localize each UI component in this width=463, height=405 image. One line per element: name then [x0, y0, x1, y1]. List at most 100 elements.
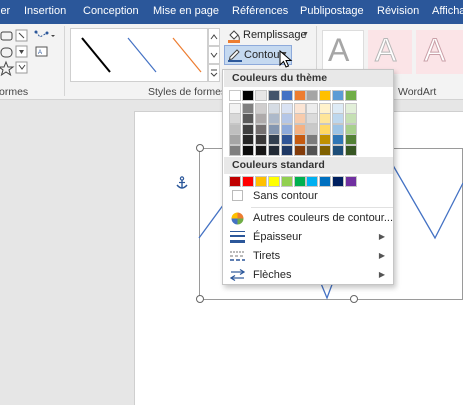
shape-styles-gallery[interactable]: [70, 28, 208, 82]
theme-shade-swatch[interactable]: [229, 123, 241, 135]
standard-colors-header: Couleurs standard: [224, 157, 393, 174]
anchor-icon[interactable]: [176, 176, 188, 190]
theme-shade-swatch[interactable]: [267, 134, 280, 146]
tab-affichage[interactable]: Affichage: [432, 5, 463, 17]
resize-handle[interactable]: [196, 144, 204, 152]
theme-shade-swatch[interactable]: [254, 103, 267, 114]
theme-color-swatch[interactable]: [345, 90, 358, 101]
theme-shade-swatch[interactable]: [241, 123, 254, 135]
tab-conception[interactable]: Conception: [83, 5, 139, 17]
theme-shade-swatch[interactable]: [229, 113, 241, 125]
theme-shade-swatch[interactable]: [254, 113, 267, 125]
standard-color-swatch[interactable]: [306, 176, 319, 187]
standard-color-swatch[interactable]: [267, 176, 280, 187]
theme-color-swatch[interactable]: [254, 90, 267, 101]
standard-color-swatch[interactable]: [345, 176, 358, 187]
theme-color-swatch[interactable]: [319, 90, 332, 101]
theme-shade-swatch[interactable]: [280, 134, 293, 146]
theme-color-swatch[interactable]: [293, 90, 306, 101]
tab-revision[interactable]: Révision: [377, 5, 419, 17]
theme-shade-swatch[interactable]: [319, 134, 332, 146]
theme-color-swatch[interactable]: [241, 90, 254, 101]
theme-shade-swatch[interactable]: [241, 144, 254, 156]
theme-shade-swatch[interactable]: [254, 144, 267, 156]
menu-separator: [251, 207, 393, 208]
more-outline-colors-item[interactable]: Autres couleurs de contour...: [224, 209, 393, 227]
theme-shade-swatch[interactable]: [229, 103, 241, 114]
theme-shade-swatch[interactable]: [293, 113, 306, 125]
tab-publipostage[interactable]: Publipostage: [300, 5, 364, 17]
theme-shade-swatch[interactable]: [280, 103, 293, 114]
theme-shade-swatch[interactable]: [280, 144, 293, 156]
theme-shade-swatch[interactable]: [241, 113, 254, 125]
outline-dropdown-menu: Couleurs du thème Couleurs standard Sans…: [222, 69, 394, 285]
theme-shade-swatch[interactable]: [345, 123, 358, 135]
theme-shade-swatch[interactable]: [332, 134, 345, 146]
theme-color-swatch[interactable]: [267, 90, 280, 101]
wordart-style-3[interactable]: A: [423, 32, 445, 69]
theme-shade-swatch[interactable]: [241, 134, 254, 146]
theme-shade-swatch[interactable]: [319, 123, 332, 135]
theme-shade-swatch[interactable]: [229, 144, 241, 156]
theme-shade-swatch[interactable]: [332, 123, 345, 135]
theme-shade-swatch[interactable]: [332, 103, 345, 114]
fill-button[interactable]: Remplissage ▼: [224, 27, 314, 45]
theme-shade-swatch[interactable]: [345, 113, 358, 125]
theme-shade-swatch[interactable]: [345, 144, 358, 156]
theme-color-swatch[interactable]: [332, 90, 345, 101]
tab-fichier[interactable]: ier: [0, 5, 10, 17]
standard-color-swatch[interactable]: [332, 176, 345, 187]
theme-shade-swatch[interactable]: [293, 134, 306, 146]
theme-shade-swatch[interactable]: [241, 103, 254, 114]
theme-shade-swatch[interactable]: [306, 103, 319, 114]
theme-shade-swatch[interactable]: [293, 123, 306, 135]
theme-shade-swatch[interactable]: [306, 144, 319, 156]
tab-references[interactable]: Références: [232, 5, 288, 17]
theme-shade-swatch[interactable]: [280, 113, 293, 125]
theme-shade-swatch[interactable]: [267, 103, 280, 114]
wordart-styles-gallery[interactable]: A A A: [322, 30, 463, 74]
standard-color-swatch[interactable]: [254, 176, 267, 187]
theme-shade-swatch[interactable]: [345, 103, 358, 114]
dashes-submenu-item[interactable]: Tirets ▶: [224, 247, 393, 265]
arrows-submenu-item[interactable]: Flèches ▶: [224, 266, 393, 284]
theme-shade-swatch[interactable]: [306, 123, 319, 135]
standard-color-swatch[interactable]: [319, 176, 332, 187]
theme-shade-swatch[interactable]: [332, 113, 345, 125]
theme-shade-swatch[interactable]: [306, 113, 319, 125]
theme-shade-swatch[interactable]: [319, 144, 332, 156]
gallery-scroll-buttons[interactable]: [208, 28, 220, 82]
theme-shade-swatch[interactable]: [267, 123, 280, 135]
theme-shade-swatch[interactable]: [319, 113, 332, 125]
theme-shade-swatch[interactable]: [254, 134, 267, 146]
theme-shade-swatch[interactable]: [254, 123, 267, 135]
theme-shade-swatch[interactable]: [306, 134, 319, 146]
theme-shade-swatch[interactable]: [267, 144, 280, 156]
resize-handle[interactable]: [196, 295, 204, 303]
weight-submenu-item[interactable]: Épaisseur ▶: [224, 228, 393, 246]
theme-shade-swatch[interactable]: [319, 103, 332, 114]
theme-shade-swatch[interactable]: [332, 144, 345, 156]
wordart-style-1[interactable]: A: [328, 32, 349, 69]
theme-shade-swatch[interactable]: [293, 103, 306, 114]
tab-mise-en-page[interactable]: Mise en page: [153, 5, 219, 17]
standard-color-swatch[interactable]: [241, 176, 254, 187]
theme-color-swatch[interactable]: [229, 90, 241, 101]
theme-shade-swatch[interactable]: [293, 144, 306, 156]
theme-shade-swatch[interactable]: [267, 113, 280, 125]
theme-color-swatch[interactable]: [306, 90, 319, 101]
no-color-swatch-icon: [232, 190, 243, 201]
tab-insertion[interactable]: Insertion: [24, 5, 66, 17]
standard-color-swatch[interactable]: [293, 176, 306, 187]
shapes-gallery-icon[interactable]: A: [0, 29, 60, 79]
theme-shade-swatch[interactable]: [229, 134, 241, 146]
group-label-shapes: ormes: [0, 86, 29, 98]
theme-color-swatch[interactable]: [280, 90, 293, 101]
standard-color-swatch[interactable]: [229, 176, 241, 187]
no-outline-item[interactable]: Sans contour: [224, 187, 393, 205]
theme-shade-swatch[interactable]: [280, 123, 293, 135]
resize-handle[interactable]: [350, 295, 358, 303]
wordart-style-2[interactable]: A: [374, 32, 396, 69]
standard-color-swatch[interactable]: [280, 176, 293, 187]
theme-shade-swatch[interactable]: [345, 134, 358, 146]
